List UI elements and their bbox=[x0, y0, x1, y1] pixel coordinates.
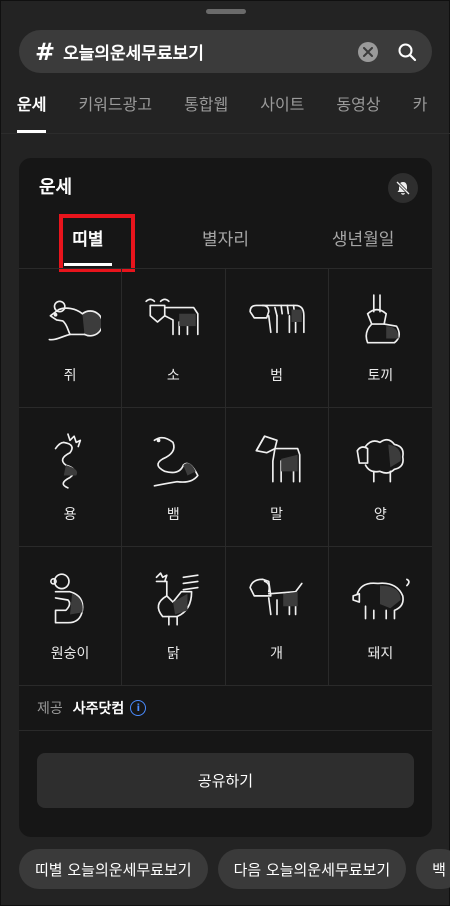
provider-name[interactable]: 사주닷컴 bbox=[73, 698, 125, 718]
notification-button[interactable] bbox=[388, 173, 418, 203]
zodiac-label: 양 bbox=[373, 507, 387, 523]
tab-keyword-ads[interactable]: 키워드광고 bbox=[78, 89, 152, 133]
bell-off-icon bbox=[395, 180, 411, 196]
card-title: 운세 bbox=[39, 177, 73, 198]
tab-fortune[interactable]: 운세 bbox=[17, 89, 47, 133]
zodiac-item-rat[interactable]: 쥐 bbox=[19, 269, 123, 408]
provider-label: 제공 bbox=[37, 701, 63, 717]
tiger-icon bbox=[248, 304, 305, 334]
zodiac-label: 개 bbox=[270, 646, 284, 662]
snake-icon bbox=[153, 436, 200, 487]
zodiac-item-dragon[interactable]: 용 bbox=[19, 408, 123, 547]
related-searches: 띠별 오늘의운세무료보기 다음 오늘의운세무료보기 백 bbox=[19, 849, 450, 889]
related-search-chip[interactable]: 다음 오늘의운세무료보기 bbox=[217, 849, 407, 889]
zodiac-item-ox[interactable]: 소 bbox=[122, 269, 226, 408]
zodiac-item-dog[interactable]: 개 bbox=[225, 547, 329, 686]
zodiac-item-tiger[interactable]: 범 bbox=[225, 269, 329, 408]
zodiac-label: 용 bbox=[63, 507, 77, 523]
zodiac-label: 쥐 bbox=[63, 368, 77, 384]
sheet-grabber[interactable] bbox=[206, 9, 246, 14]
zodiac-label: 닭 bbox=[166, 646, 180, 662]
info-icon[interactable]: i bbox=[130, 700, 147, 716]
zodiac-item-horse[interactable]: 말 bbox=[225, 408, 329, 547]
hashtag-icon: # bbox=[35, 37, 56, 66]
zodiac-item-snake[interactable]: 뱀 bbox=[122, 408, 226, 547]
search-icon bbox=[398, 43, 417, 61]
rabbit-icon bbox=[365, 294, 401, 344]
fortune-card: 운세 띠별 별자리 생년월일 쥐 소 범 토끼 용 뱀 말 양 원숭이 닭 개 … bbox=[19, 158, 432, 837]
zodiac-item-sheep[interactable]: 양 bbox=[328, 408, 432, 547]
provider-credit: 제공 사주닷컴 i bbox=[37, 698, 147, 718]
zodiac-item-monkey[interactable]: 원숭이 bbox=[19, 547, 123, 686]
tab-videos[interactable]: 동영상 bbox=[336, 89, 380, 133]
zodiac-label: 범 bbox=[270, 368, 284, 384]
search-bar[interactable]: # 오늘의운세무료보기 bbox=[19, 30, 432, 73]
tab-more[interactable]: 카 bbox=[413, 89, 428, 133]
ox-icon bbox=[145, 298, 200, 336]
subtab-zodiac-animal[interactable]: 띠별 bbox=[19, 218, 157, 266]
zodiac-item-rabbit[interactable]: 토끼 bbox=[328, 269, 432, 408]
zodiac-label: 뱀 bbox=[166, 507, 180, 523]
zodiac-grid: 쥐 소 범 토끼 용 뱀 말 양 원숭이 닭 개 돼지 bbox=[19, 268, 432, 686]
sheep-icon bbox=[356, 438, 405, 483]
dog-icon bbox=[248, 578, 303, 616]
zodiac-label: 돼지 bbox=[367, 646, 394, 662]
tab-web[interactable]: 통합웹 bbox=[184, 89, 228, 133]
divider bbox=[1, 133, 450, 134]
monkey-icon bbox=[50, 573, 84, 624]
close-icon bbox=[363, 46, 373, 57]
zodiac-item-pig[interactable]: 돼지 bbox=[328, 547, 432, 686]
zodiac-label: 원숭이 bbox=[50, 646, 90, 662]
search-category-tabs: 운세 키워드광고 통합웹 사이트 동영상 카 bbox=[1, 89, 450, 133]
search-query[interactable]: 오늘의운세무료보기 bbox=[63, 39, 358, 64]
share-button[interactable]: 공유하기 bbox=[37, 753, 414, 808]
related-search-chip[interactable]: 띠별 오늘의운세무료보기 bbox=[19, 849, 208, 889]
zodiac-label: 말 bbox=[270, 507, 284, 523]
tab-sites[interactable]: 사이트 bbox=[260, 89, 304, 133]
zodiac-item-rooster[interactable]: 닭 bbox=[122, 547, 226, 686]
fortune-subtabs: 띠별 별자리 생년월일 bbox=[19, 218, 432, 266]
divider bbox=[19, 730, 432, 731]
horse-icon bbox=[255, 435, 301, 483]
clear-search-button[interactable] bbox=[358, 41, 378, 62]
rooster-icon bbox=[156, 572, 200, 626]
related-search-chip[interactable]: 백 bbox=[416, 849, 450, 889]
subtab-constellation[interactable]: 별자리 bbox=[157, 218, 295, 266]
rat-icon bbox=[48, 300, 102, 341]
search-button[interactable] bbox=[396, 41, 418, 63]
dragon-icon bbox=[54, 433, 82, 489]
pig-icon bbox=[352, 578, 411, 620]
subtab-birthdate[interactable]: 생년월일 bbox=[294, 218, 432, 266]
zodiac-label: 토끼 bbox=[367, 368, 394, 384]
zodiac-label: 소 bbox=[166, 368, 180, 384]
